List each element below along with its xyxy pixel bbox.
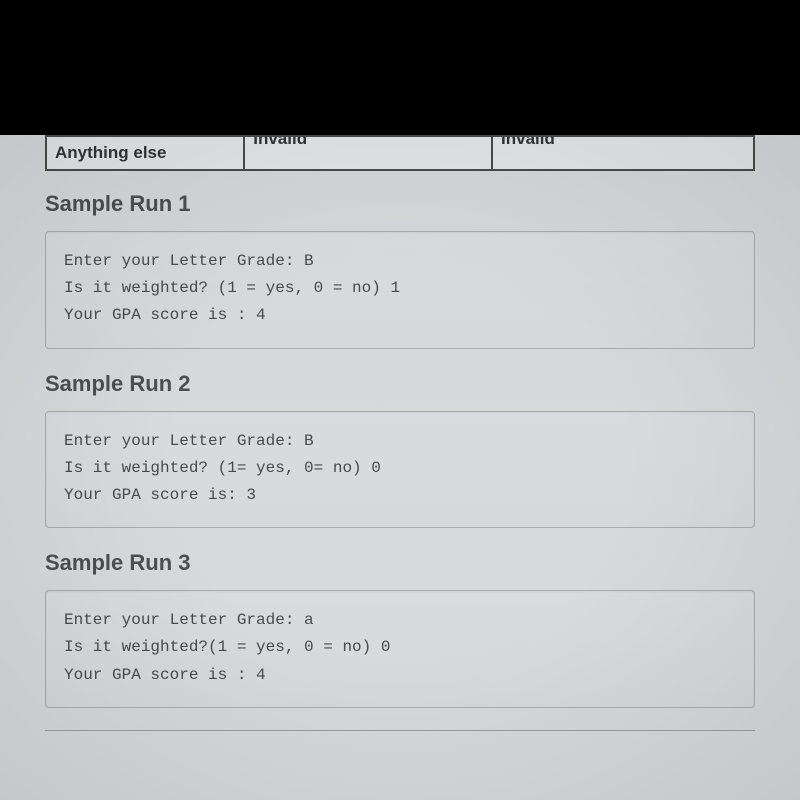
grade-table: Anything else Invalid Invalid bbox=[45, 135, 755, 171]
code-line: Is it weighted? (1= yes, 0= no) 0 bbox=[64, 455, 736, 482]
code-output-box: Enter your Letter Grade: B Is it weighte… bbox=[45, 231, 755, 349]
code-line: Your GPA score is: 3 bbox=[64, 482, 736, 509]
section-heading: Sample Run 1 bbox=[45, 191, 755, 217]
code-line: Your GPA score is : 4 bbox=[64, 662, 736, 689]
document-page: Anything else Invalid Invalid Sample Run… bbox=[0, 135, 800, 800]
code-line: Is it weighted?(1 = yes, 0 = no) 0 bbox=[64, 634, 736, 661]
code-output-box: Enter your Letter Grade: B Is it weighte… bbox=[45, 411, 755, 529]
section-heading: Sample Run 3 bbox=[45, 550, 755, 576]
table-cell: Invalid bbox=[244, 136, 492, 170]
divider bbox=[45, 730, 755, 731]
table-row: Anything else Invalid Invalid bbox=[46, 136, 754, 170]
table-cell: Invalid bbox=[492, 136, 754, 170]
table-cell: Anything else bbox=[46, 136, 244, 170]
code-line: Enter your Letter Grade: a bbox=[64, 607, 736, 634]
code-line: Your GPA score is : 4 bbox=[64, 302, 736, 329]
code-line: Enter your Letter Grade: B bbox=[64, 428, 736, 455]
code-output-box: Enter your Letter Grade: a Is it weighte… bbox=[45, 590, 755, 708]
section-heading: Sample Run 2 bbox=[45, 371, 755, 397]
cell-text: Invalid bbox=[253, 136, 307, 148]
code-line: Is it weighted? (1 = yes, 0 = no) 1 bbox=[64, 275, 736, 302]
cell-text: Invalid bbox=[501, 136, 555, 148]
code-line: Enter your Letter Grade: B bbox=[64, 248, 736, 275]
